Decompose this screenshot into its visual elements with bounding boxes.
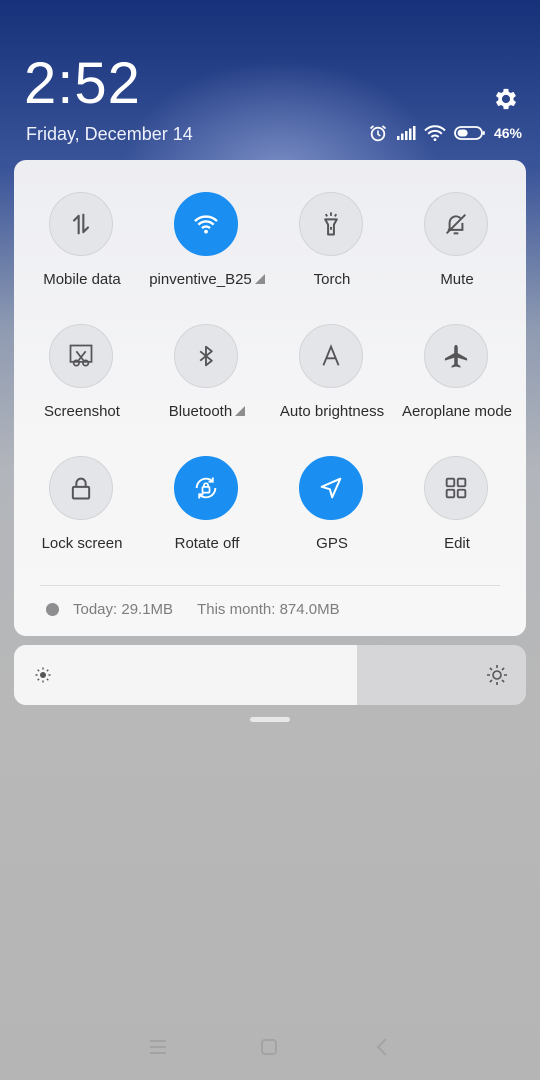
toggle-tile[interactable]: Mute	[392, 192, 522, 302]
scissors-icon	[69, 344, 93, 367]
toggle-button[interactable]	[174, 324, 238, 388]
toggle-label-text: Rotate off	[174, 535, 240, 552]
toggle-label-text: Torch	[313, 271, 351, 288]
toggle-tile[interactable]: Edit	[392, 456, 522, 566]
toggle-button[interactable]	[424, 192, 488, 256]
toggle-button[interactable]	[174, 456, 238, 520]
home-button-icon[interactable]	[257, 1035, 281, 1059]
menu-button-icon[interactable]	[146, 1035, 170, 1059]
lock-icon	[71, 477, 91, 500]
toggle-tile[interactable]: Bluetooth	[142, 324, 272, 434]
data-usage-row[interactable]: Today: 29.1MB This month: 874.0MB	[46, 601, 340, 618]
toggle-tile[interactable]: GPS	[267, 456, 397, 566]
usage-month: This month: 874.0MB	[197, 601, 340, 618]
toggle-button[interactable]	[424, 456, 488, 520]
battery-percent: 46%	[493, 125, 522, 141]
toggle-label-text: Auto brightness	[279, 403, 385, 420]
toggle-button[interactable]	[49, 324, 113, 388]
panel-drag-handle[interactable]	[250, 717, 290, 722]
toggle-tile[interactable]: Rotate off	[142, 456, 272, 566]
toggle-label: Mute	[392, 270, 522, 290]
toggle-label: GPS	[267, 534, 397, 554]
quick-settings-panel: Mobile data pinventive_B25 Torch Mute Screen…	[14, 160, 526, 636]
toggle-label-text: Lock screen	[41, 535, 123, 552]
toggle-label: Lock screen	[17, 534, 147, 554]
toggle-label-text: Mute	[440, 271, 474, 288]
alarm-icon	[369, 125, 387, 142]
bluetooth-icon	[199, 345, 213, 367]
toggle-label: Screenshot	[17, 402, 147, 422]
expand-arrow-icon[interactable]	[235, 406, 246, 416]
auto-brightness-icon	[322, 344, 340, 366]
brightness-slider[interactable]	[14, 645, 526, 705]
bell-off-icon	[445, 213, 467, 235]
toggle-label-text: GPS	[316, 535, 348, 552]
toggle-label-text: Edit	[444, 535, 470, 552]
toggle-button[interactable]	[49, 192, 113, 256]
toggle-button[interactable]	[424, 324, 488, 388]
toggle-button[interactable]	[299, 324, 363, 388]
toggle-tile[interactable]: Lock screen	[17, 456, 147, 566]
toggle-tile[interactable]: Torch	[267, 192, 397, 302]
wifi-status-icon	[424, 125, 446, 141]
signal-icon	[396, 126, 416, 140]
toggle-label-text: Screenshot	[44, 403, 120, 420]
panel-divider	[40, 585, 500, 586]
navigation-icon	[320, 477, 342, 499]
brightness-high-icon	[487, 665, 507, 685]
expand-arrow-icon[interactable]	[254, 274, 265, 284]
toggle-label: Rotate off	[142, 534, 272, 554]
toggle-button[interactable]	[299, 456, 363, 520]
toggle-label: Aeroplane mode	[392, 402, 522, 422]
brightness-low-icon	[35, 667, 51, 683]
data-arrows-icon	[72, 213, 90, 235]
toggle-button[interactable]	[174, 192, 238, 256]
battery-icon	[454, 126, 485, 140]
clock-time[interactable]: 2:52	[24, 52, 141, 116]
usage-today: Today: 29.1MB	[73, 601, 174, 618]
toggle-label: Auto brightness	[267, 402, 397, 422]
toggle-label-text: Aeroplane mode	[401, 403, 513, 420]
toggle-label: Torch	[267, 270, 397, 290]
back-button-icon[interactable]	[371, 1035, 395, 1059]
toggle-tile[interactable]: Mobile data	[17, 192, 147, 302]
navigation-bar	[0, 1030, 540, 1064]
torch-icon	[324, 212, 338, 236]
toggle-label: Mobile data	[17, 270, 147, 290]
toggle-label-text: Mobile data	[43, 271, 121, 288]
toggle-label-text: pinventive_B25	[149, 271, 252, 288]
airplane-icon	[444, 344, 468, 368]
toggle-tile[interactable]: Screenshot	[17, 324, 147, 434]
grid-icon	[445, 477, 467, 499]
toggle-button[interactable]	[299, 192, 363, 256]
toggle-tile[interactable]: Aeroplane mode	[392, 324, 522, 434]
toggle-label: pinventive_B25	[142, 270, 272, 290]
toggle-button[interactable]	[49, 456, 113, 520]
toggle-label: Bluetooth	[142, 402, 272, 422]
date-label[interactable]: Friday, December 14	[26, 123, 193, 145]
status-bar-icons: 46%	[368, 122, 522, 144]
brightness-fill	[14, 645, 358, 705]
wifi-icon	[194, 215, 218, 234]
toggle-label-text: Bluetooth	[168, 403, 233, 420]
rotate-lock-icon	[195, 477, 217, 499]
toggle-tile[interactable]: Auto brightness	[267, 324, 397, 434]
data-usage-icon	[46, 603, 59, 616]
toggle-label: Edit	[392, 534, 522, 554]
settings-gear-icon[interactable]	[492, 85, 520, 113]
toggle-tile[interactable]: pinventive_B25	[142, 192, 272, 302]
